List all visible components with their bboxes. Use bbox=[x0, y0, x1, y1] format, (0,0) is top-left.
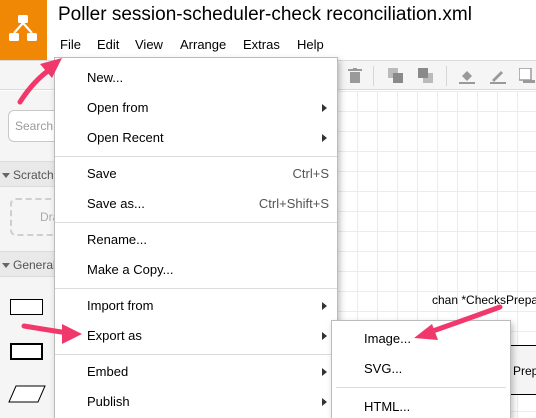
arrow-to-image-item bbox=[414, 304, 503, 340]
arrow-to-export-as bbox=[21, 323, 82, 344]
drawio-window: Poller session-scheduler-check reconcili… bbox=[0, 0, 536, 418]
arrow-to-file-menu bbox=[17, 58, 62, 105]
annotation-arrows bbox=[17, 58, 503, 344]
